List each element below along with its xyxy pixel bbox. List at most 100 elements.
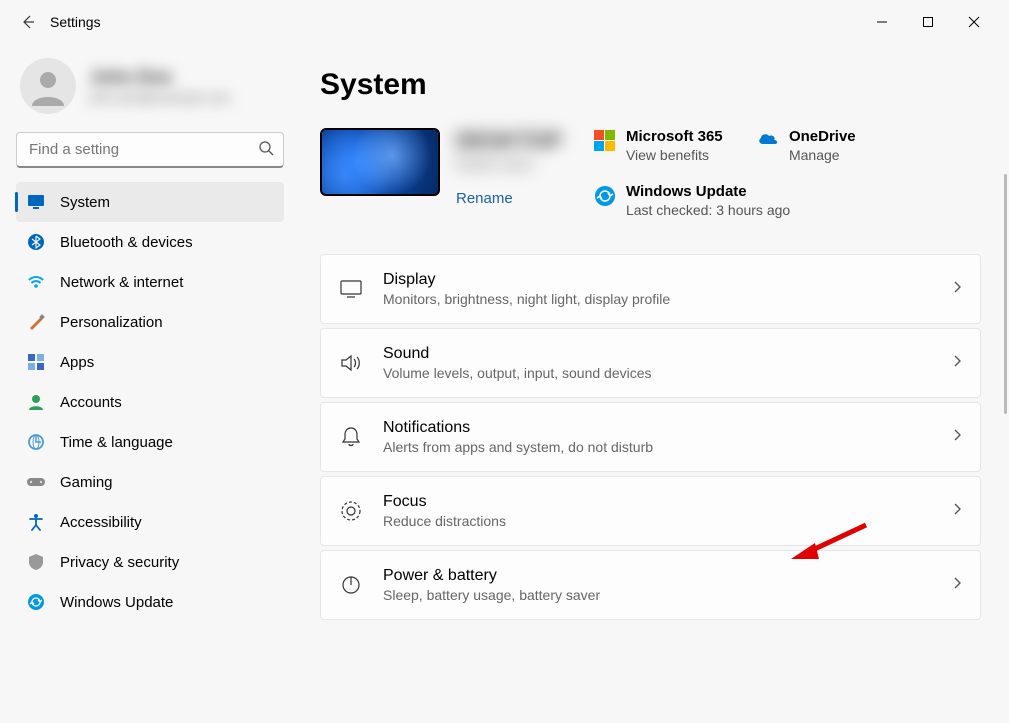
minimize-button[interactable]: [859, 6, 905, 38]
sidebar-item-personalization[interactable]: Personalization: [16, 302, 284, 342]
nav-list: System Bluetooth & devices Network & int…: [16, 182, 284, 622]
profile-text: John Doe john.doe@example.com: [90, 67, 230, 105]
update-circle-icon: [594, 185, 616, 207]
setting-subtitle: Reduce distractions: [383, 513, 506, 529]
page-heading: System: [320, 68, 1001, 102]
sidebar-item-label: Gaming: [60, 474, 113, 491]
wifi-icon: [26, 273, 46, 291]
profile-block[interactable]: John Doe john.doe@example.com: [16, 52, 284, 132]
sidebar-item-label: Network & internet: [60, 274, 183, 291]
shield-icon: [26, 553, 46, 571]
sidebar-item-label: Accessibility: [60, 514, 142, 531]
update-icon: [26, 593, 46, 611]
chevron-right-icon: [952, 576, 962, 595]
search-input[interactable]: [16, 132, 284, 168]
sidebar-item-label: Windows Update: [60, 594, 173, 611]
setting-focus[interactable]: Focus Reduce distractions: [320, 476, 981, 546]
card-microsoft-365[interactable]: Microsoft 365 View benefits: [594, 128, 729, 163]
sidebar-item-label: Time & language: [60, 434, 173, 451]
close-icon: [968, 16, 980, 28]
rename-link[interactable]: Rename: [456, 190, 562, 207]
paintbrush-icon: [26, 313, 46, 331]
sidebar-item-system[interactable]: System: [16, 182, 284, 222]
setting-title: Sound: [383, 345, 652, 363]
main-content: System DESKTOP Model name Rename: [296, 44, 1009, 723]
bluetooth-icon: [26, 233, 46, 251]
gamepad-icon: [26, 475, 46, 489]
sidebar-item-gaming[interactable]: Gaming: [16, 462, 284, 502]
globe-clock-icon: [26, 433, 46, 451]
sidebar-item-label: Personalization: [60, 314, 163, 331]
sound-icon: [339, 354, 363, 372]
setting-sound[interactable]: Sound Volume levels, output, input, soun…: [320, 328, 981, 398]
sidebar-item-windows-update[interactable]: Windows Update: [16, 582, 284, 622]
card-subtitle: View benefits: [626, 147, 723, 163]
sidebar-item-label: Privacy & security: [60, 554, 179, 571]
card-windows-update[interactable]: Windows Update Last checked: 3 hours ago: [594, 183, 794, 218]
sidebar-item-time-language[interactable]: Time & language: [16, 422, 284, 462]
sidebar-item-bluetooth[interactable]: Bluetooth & devices: [16, 222, 284, 262]
onedrive-icon: [757, 130, 779, 152]
card-title: Windows Update: [626, 183, 790, 200]
notifications-icon: [339, 426, 363, 448]
monitor-icon: [26, 193, 46, 211]
power-icon: [339, 575, 363, 595]
sidebar-item-network[interactable]: Network & internet: [16, 262, 284, 302]
setting-subtitle: Sleep, battery usage, battery saver: [383, 587, 600, 603]
person-avatar-icon: [28, 66, 68, 106]
setting-title: Display: [383, 271, 670, 289]
microsoft-logo-icon: [594, 130, 616, 152]
card-title: OneDrive: [789, 128, 856, 145]
chevron-right-icon: [952, 428, 962, 447]
card-onedrive[interactable]: OneDrive Manage: [757, 128, 892, 163]
close-button[interactable]: [951, 6, 997, 38]
sidebar-item-apps[interactable]: Apps: [16, 342, 284, 382]
system-info-row: DESKTOP Model name Rename Microsoft 365 …: [320, 128, 1001, 218]
maximize-button[interactable]: [905, 6, 951, 38]
setting-display[interactable]: Display Monitors, brightness, night ligh…: [320, 254, 981, 324]
accessibility-icon: [26, 513, 46, 531]
focus-icon: [339, 500, 363, 522]
setting-notifications[interactable]: Notifications Alerts from apps and syste…: [320, 402, 981, 472]
chevron-right-icon: [952, 502, 962, 521]
device-block: DESKTOP Model name Rename: [320, 128, 562, 207]
display-icon: [339, 280, 363, 298]
search-icon: [258, 140, 274, 161]
person-icon: [26, 393, 46, 411]
sidebar-item-label: Apps: [60, 354, 94, 371]
setting-title: Focus: [383, 493, 506, 511]
sidebar: John Doe john.doe@example.com System Blu…: [0, 44, 296, 723]
device-model: Model name: [456, 156, 562, 172]
sidebar-item-label: Accounts: [60, 394, 122, 411]
window-controls: [859, 6, 997, 38]
back-button[interactable]: [12, 6, 44, 38]
titlebar: Settings: [0, 0, 1009, 44]
maximize-icon: [922, 16, 934, 28]
sidebar-item-accounts[interactable]: Accounts: [16, 382, 284, 422]
avatar: [20, 58, 76, 114]
scrollbar[interactable]: [1004, 174, 1007, 414]
profile-name: John Doe: [90, 67, 230, 88]
minimize-icon: [876, 16, 888, 28]
device-thumbnail[interactable]: [320, 128, 440, 196]
sidebar-item-label: System: [60, 194, 110, 211]
setting-subtitle: Volume levels, output, input, sound devi…: [383, 365, 652, 381]
setting-title: Notifications: [383, 419, 653, 437]
sidebar-item-accessibility[interactable]: Accessibility: [16, 502, 284, 542]
setting-power-battery[interactable]: Power & battery Sleep, battery usage, ba…: [320, 550, 981, 620]
sidebar-item-label: Bluetooth & devices: [60, 234, 193, 251]
card-subtitle: Last checked: 3 hours ago: [626, 202, 790, 218]
chevron-right-icon: [952, 280, 962, 299]
search-container: [16, 132, 284, 168]
sidebar-item-privacy[interactable]: Privacy & security: [16, 542, 284, 582]
device-name: DESKTOP: [456, 128, 562, 154]
apps-icon: [26, 353, 46, 371]
chevron-right-icon: [952, 354, 962, 373]
setting-subtitle: Alerts from apps and system, do not dist…: [383, 439, 653, 455]
card-title: Microsoft 365: [626, 128, 723, 145]
arrow-left-icon: [20, 14, 36, 30]
profile-email: john.doe@example.com: [90, 90, 230, 105]
card-subtitle: Manage: [789, 147, 856, 163]
setting-title: Power & battery: [383, 567, 600, 585]
setting-subtitle: Monitors, brightness, night light, displ…: [383, 291, 670, 307]
